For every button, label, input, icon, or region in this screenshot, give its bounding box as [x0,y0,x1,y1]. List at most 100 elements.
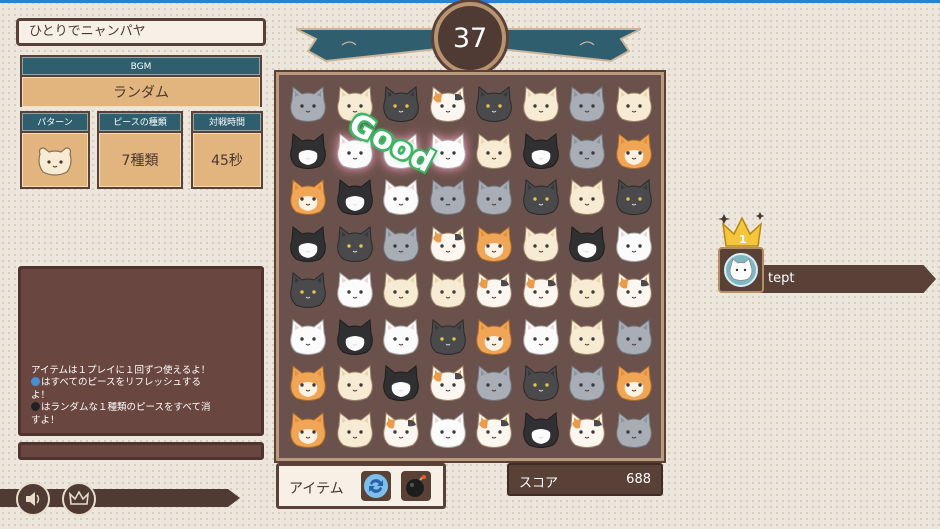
board-cell[interactable] [518,407,565,454]
calico-cat-icon [383,411,420,448]
orange-cat-icon [290,365,327,402]
board-cell[interactable] [564,174,611,221]
board-cell[interactable] [332,407,379,454]
score-panel: スコア 688 [507,463,663,496]
orange-cat-icon [615,132,652,169]
board-cell[interactable] [378,407,425,454]
board-cell[interactable] [425,407,472,454]
cream-cat-icon [38,147,72,176]
refresh-icon [364,474,388,498]
orange-cat-icon [476,318,513,355]
board-cell[interactable] [425,314,472,361]
black-cat-icon [290,272,327,309]
black-cat-icon [476,86,513,123]
board-cell[interactable] [564,267,611,314]
orange-cat-icon [476,225,513,262]
refresh-icon [31,377,40,386]
board-cell[interactable] [564,81,611,128]
board-cell[interactable] [611,360,658,407]
board-cell[interactable] [518,360,565,407]
board-cell[interactable] [378,267,425,314]
board-cell[interactable] [564,407,611,454]
board-cell[interactable] [378,174,425,221]
bgm-setting: BGM ランダム [20,55,262,107]
board-cell[interactable] [518,81,565,128]
board-cell[interactable] [425,174,472,221]
piece-type-setting: ピースの種類 7種類 [97,111,183,189]
sound-button[interactable] [16,482,50,516]
board-cell[interactable] [332,360,379,407]
board-cell[interactable] [332,314,379,361]
tux-cat-icon [383,365,420,402]
board-cell[interactable] [611,81,658,128]
board-cell[interactable] [471,174,518,221]
game-board[interactable] [276,72,664,461]
gray-cat-icon [476,179,513,216]
board-cell[interactable] [518,174,565,221]
refresh-item-button[interactable] [361,471,391,501]
calico-cat-icon [522,272,559,309]
cream-cat-icon [522,86,559,123]
info-panel: アイテムは１プレイに１回ずつ使えるよ！ はすべてのピースをリフレッシュする よ！… [18,266,264,436]
gray-cat-icon [615,318,652,355]
board-cell[interactable] [471,128,518,175]
board-cell[interactable] [471,221,518,268]
gray-cat-icon [476,365,513,402]
board-cell[interactable] [471,267,518,314]
ranking-button[interactable] [62,482,96,516]
board-cell[interactable] [285,174,332,221]
black-cat-icon [522,179,559,216]
white-cat-icon [290,318,327,355]
board-cell[interactable] [611,128,658,175]
board-cell[interactable] [611,221,658,268]
board-cell[interactable] [611,174,658,221]
info-line-bomb: はランダムな１種類のピースをすべて消 [31,402,253,415]
board-cell[interactable] [471,360,518,407]
board-cell[interactable] [611,267,658,314]
info-line-refresh: はすべてのピースをリフレッシュする [31,377,253,390]
board-cell[interactable] [378,360,425,407]
board-cell[interactable] [564,221,611,268]
board-cell[interactable] [378,314,425,361]
board-cell[interactable] [425,81,472,128]
board-cell[interactable] [471,407,518,454]
gray-cat-icon [569,365,606,402]
board-cell[interactable] [518,314,565,361]
board-cell[interactable] [285,267,332,314]
board-cell[interactable] [285,128,332,175]
board-cell[interactable] [378,221,425,268]
board-cell[interactable] [518,267,565,314]
info-line: アイテムは１プレイに１回ずつ使えるよ！ [31,364,211,376]
board-cell[interactable] [564,314,611,361]
board-cell[interactable] [611,314,658,361]
bomb-item-button[interactable] [401,471,431,501]
board-cell[interactable] [425,267,472,314]
board-cell[interactable] [332,267,379,314]
cream-cat-icon [615,86,652,123]
board-cell[interactable] [564,360,611,407]
board-cell[interactable] [471,81,518,128]
board-cell[interactable] [332,221,379,268]
cream-cat-icon [429,272,466,309]
board-cell[interactable] [332,174,379,221]
board-cell[interactable] [518,221,565,268]
board-cell[interactable] [425,360,472,407]
board-cell[interactable] [564,128,611,175]
board-cell[interactable] [285,360,332,407]
board-cell[interactable] [611,407,658,454]
white-cat-icon [336,272,373,309]
board-cell[interactable] [518,128,565,175]
board-cell[interactable] [285,81,332,128]
white-cat-icon [429,411,466,448]
board-cell[interactable] [285,221,332,268]
timer: 37 [434,2,506,74]
board-cell[interactable] [285,407,332,454]
board-cell[interactable] [425,221,472,268]
black-cat-icon [383,86,420,123]
gray-cat-icon [615,411,652,448]
board-cell[interactable] [285,314,332,361]
calico-cat-icon [429,225,466,262]
player-avatar [718,247,764,293]
board-cell[interactable] [471,314,518,361]
tux-cat-icon [569,225,606,262]
